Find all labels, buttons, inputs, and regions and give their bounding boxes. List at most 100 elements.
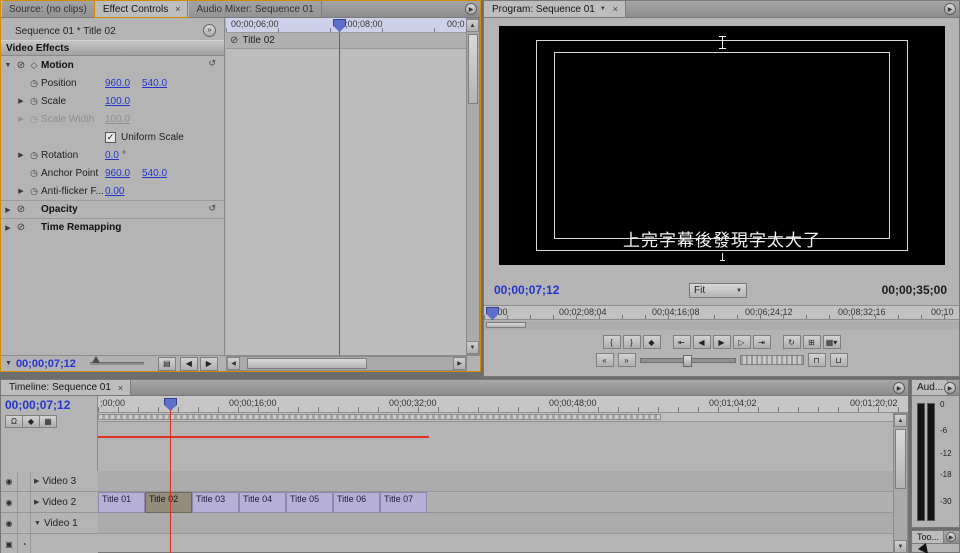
toggle-animation-icon[interactable]: ◷ (27, 150, 41, 161)
scale-value[interactable]: 100.0 (105, 96, 142, 107)
panel-menu-icon[interactable]: ▶ (465, 3, 477, 15)
shuttle-knob[interactable] (683, 355, 692, 367)
scroll-down-icon[interactable]: ▼ (466, 341, 479, 354)
rotation-value[interactable]: 0.0 (105, 150, 119, 161)
reset-effect-icon[interactable]: ↺ (208, 58, 216, 69)
timeline-clip[interactable]: Title 01 (98, 492, 145, 513)
scroll-right-icon[interactable]: ▶ (453, 357, 466, 370)
scroll-left-icon[interactable]: ◀ (227, 357, 240, 370)
toggle-animation-icon[interactable]: ◷ (27, 96, 41, 107)
track-lock-icon[interactable] (18, 492, 31, 512)
timeline-clip[interactable]: Title 07 (380, 492, 427, 513)
set-in-point-button[interactable]: { (603, 335, 621, 349)
tab-tools[interactable]: Too... (912, 531, 944, 543)
effect-controls-timecode[interactable]: 00;00;07;12 (16, 358, 76, 370)
twirl-down-icon[interactable]: ▼ (1, 62, 15, 69)
toggle-animation-icon[interactable]: ◷ (27, 168, 41, 179)
fx-enabled-icon[interactable]: ⊘ (15, 204, 27, 215)
zoom-level-select[interactable]: Fit ▼ (689, 283, 747, 298)
twirl-right-icon[interactable]: ▶ (31, 477, 42, 485)
scroll-thumb[interactable] (486, 322, 526, 328)
add-marker-button[interactable]: ◆ (643, 335, 661, 349)
timeline-vscrollbar[interactable]: ▲ ▼ (893, 413, 908, 553)
effect-controls-vscrollbar[interactable]: ▲ ▼ (466, 18, 480, 355)
show-timeline-view-button[interactable]: » (203, 24, 216, 37)
selection-tool-button[interactable] (920, 545, 930, 553)
effect-motion-row[interactable]: ▼ ⊘ ◇ Motion ↺ (1, 56, 224, 74)
twirl-right-icon[interactable]: ▶ (15, 151, 27, 159)
panel-menu-icon[interactable]: ▶ (946, 532, 956, 542)
twirl-right-icon[interactable]: ▶ (1, 224, 15, 232)
timeline-timecode[interactable]: 00;00;07;12 (5, 398, 70, 412)
mini-timeline-ruler[interactable]: 00;00;06;00 00;00;08;00 00;0 (226, 18, 467, 33)
anchor-y-value[interactable]: 540.0 (142, 168, 179, 179)
panel-menu-icon[interactable]: ▶ (944, 3, 956, 15)
reset-effect-icon[interactable]: ↺ (208, 203, 216, 214)
close-icon[interactable]: × (173, 4, 180, 14)
toggle-animation-icon[interactable]: ◷ (27, 186, 41, 197)
play-around-button[interactable]: » (618, 353, 636, 367)
scroll-thumb[interactable] (468, 34, 478, 104)
scroll-down-icon[interactable]: ▼ (894, 540, 907, 553)
tab-program[interactable]: Program: Sequence 01 ▼ × (484, 1, 626, 17)
set-out-point-button[interactable]: } (623, 335, 641, 349)
lift-button[interactable]: ⊓ (808, 353, 826, 367)
timeline-playhead-line[interactable] (170, 410, 171, 553)
twirl-right-icon[interactable]: ▶ (1, 206, 15, 214)
twirl-down-icon[interactable]: ▼ (31, 520, 44, 527)
zoom-slider-thumb[interactable] (92, 356, 100, 363)
step-forward-button[interactable]: ▷ (733, 335, 751, 349)
close-icon[interactable]: × (611, 4, 618, 14)
scroll-up-icon[interactable]: ▲ (466, 19, 479, 32)
toggle-track-output-icon[interactable]: ◉ (1, 513, 18, 533)
tab-timeline[interactable]: Timeline: Sequence 01 × (1, 380, 131, 395)
mini-timeline-playhead-line[interactable] (339, 33, 340, 355)
fx-enabled-icon[interactable]: ⊘ (15, 60, 27, 71)
previous-keyframe-icon[interactable]: ◀ (180, 357, 198, 371)
effect-time-remapping-row[interactable]: ▶ ⊘ Time Remapping (1, 218, 224, 236)
twirl-right-icon[interactable]: ▶ (15, 115, 27, 123)
tab-source[interactable]: Source: (no clips) (1, 1, 95, 17)
anchor-x-value[interactable]: 960.0 (105, 168, 142, 179)
output-button[interactable]: ▦▾ (823, 335, 841, 349)
filmstrip-icon[interactable]: ▤ (158, 357, 176, 371)
program-current-time[interactable]: 00;00;07;12 (494, 283, 559, 297)
track-lock-icon[interactable] (18, 513, 31, 533)
step-back-button[interactable]: ◀ (693, 335, 711, 349)
track-lock-icon[interactable] (18, 471, 31, 491)
tab-audio-meters[interactable]: Aud... (912, 380, 948, 395)
scroll-thumb[interactable] (895, 429, 906, 489)
position-y-value[interactable]: 540.0 (142, 78, 179, 89)
jog-disk[interactable] (740, 355, 804, 365)
timeline-clip[interactable]: Title 05 (286, 492, 333, 513)
mini-timeline-hscrollbar[interactable]: ◀ ▶ (226, 356, 467, 371)
next-keyframe-icon[interactable]: ▶ (200, 357, 218, 371)
scroll-thumb[interactable] (247, 358, 367, 369)
timeline-clip[interactable]: Title 06 (333, 492, 380, 513)
panel-menu-icon[interactable]: ▶ (893, 382, 905, 394)
track-sync-icon[interactable]: ◔ (18, 534, 31, 553)
mini-timeline-clip-row[interactable]: ⊘ Title 02 (226, 33, 467, 49)
work-area-bar[interactable] (98, 413, 893, 422)
timeline-clip[interactable]: Title 03 (192, 492, 239, 513)
close-icon[interactable]: × (116, 383, 123, 393)
anti-flicker-value[interactable]: 0.00 (105, 186, 142, 197)
play-button[interactable]: ▶ (713, 335, 731, 349)
go-to-in-button[interactable]: ⇤ (673, 335, 691, 349)
play-in-to-out-button[interactable]: « (596, 353, 614, 367)
position-x-value[interactable]: 960.0 (105, 78, 142, 89)
toggle-animation-icon[interactable]: ◷ (27, 78, 41, 89)
loop-button[interactable]: ↻ (783, 335, 801, 349)
effect-opacity-row[interactable]: ▶ ⊘ Opacity ↺ (1, 200, 224, 218)
toggle-track-output-icon[interactable]: ▣ (1, 534, 18, 553)
go-to-out-button[interactable]: ⇥ (753, 335, 771, 349)
extract-button[interactable]: ⊔ (830, 353, 848, 367)
display-style-icon[interactable]: ▦ (39, 415, 57, 428)
timeline-clip-selected[interactable]: Title 02 (145, 492, 192, 513)
scroll-up-icon[interactable]: ▲ (894, 414, 907, 427)
snap-icon[interactable]: Ω (5, 415, 23, 428)
timeline-clip[interactable]: Title 04 (239, 492, 286, 513)
toggle-track-output-icon[interactable]: ◉ (1, 492, 18, 512)
twirl-down-icon[interactable]: ▼ (1, 360, 16, 367)
chevron-down-icon[interactable]: ▼ (600, 6, 606, 12)
